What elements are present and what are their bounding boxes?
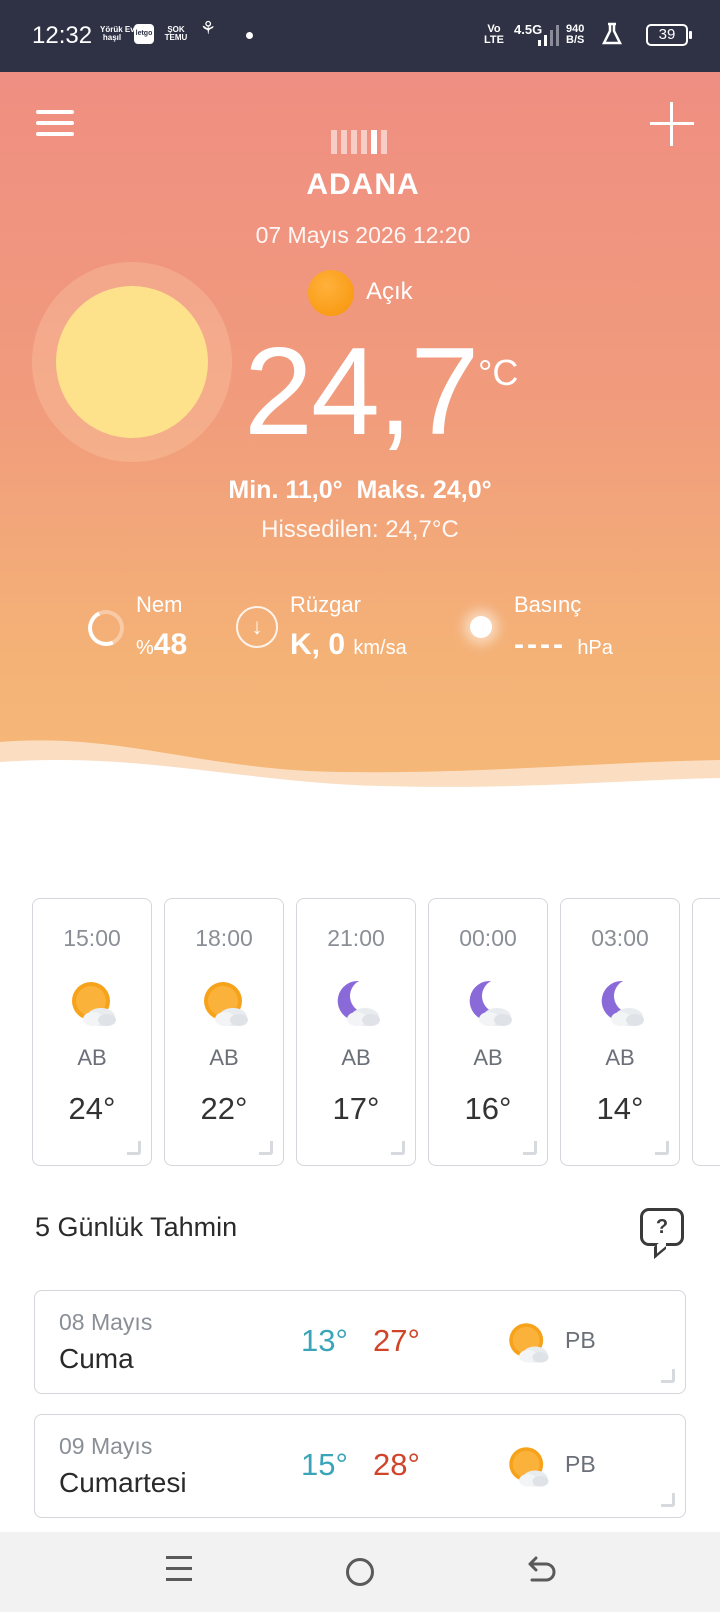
sun-illustration-icon bbox=[56, 286, 208, 438]
status-time: 12:32 bbox=[32, 22, 93, 49]
volte-icon: Vo LTE bbox=[484, 23, 504, 46]
partly-sunny-icon bbox=[503, 1317, 553, 1367]
max-temp: 27° bbox=[373, 1323, 420, 1358]
max-temp: 28° bbox=[373, 1447, 420, 1482]
status-bar: 12:32 Yörük Ev haşıl letgo ŞOK TEMU ⚘ Vo… bbox=[0, 0, 720, 72]
feels-like: Hissedilen: 24,7°C bbox=[261, 516, 459, 543]
add-city-button[interactable] bbox=[650, 102, 694, 146]
pressure-label: Basınç bbox=[514, 592, 582, 617]
update-datetime: 07 Mayıs 2026 12:20 bbox=[255, 222, 471, 248]
battery-icon: 39 bbox=[646, 24, 692, 46]
expand-corner-icon bbox=[259, 1141, 273, 1155]
expand-corner-icon bbox=[523, 1141, 537, 1155]
pressure-icon bbox=[470, 616, 492, 638]
city-page-indicator bbox=[331, 130, 387, 154]
wind-value: K, 0 km/sa bbox=[290, 628, 407, 661]
letgo-notification-icon: letgo bbox=[134, 24, 154, 44]
hourly-card[interactable]: 03:00 AB 14° bbox=[560, 898, 680, 1166]
more-notifications-dot bbox=[246, 32, 253, 39]
network-speed: 940 B/S bbox=[566, 23, 585, 46]
hero-wave bbox=[0, 740, 720, 832]
partly-sunny-icon bbox=[65, 975, 121, 1031]
min-max-temperature: Min. 11,0° Maks. 24,0° bbox=[228, 476, 492, 504]
night-cloudy-icon bbox=[593, 975, 649, 1031]
notification-icon: Yörük Ev haşıl bbox=[100, 25, 135, 42]
hourly-forecast[interactable]: 15:00 AB 24° 18:00 AB 22° 21:00 AB 17° 0… bbox=[32, 898, 720, 1168]
weather-hero: ADANA 07 Mayıs 2026 12:20 Açık 24,7 °C M… bbox=[0, 72, 720, 832]
forecast-section-title: 5 Günlük Tahmin bbox=[35, 1212, 238, 1242]
hourly-card[interactable]: 00:00 AB 16° bbox=[428, 898, 548, 1166]
wind-label: Rüzgar bbox=[290, 592, 361, 617]
temperature-unit: °C bbox=[478, 352, 519, 393]
sun-icon bbox=[308, 270, 354, 316]
expand-corner-icon bbox=[655, 1141, 669, 1155]
hourly-card[interactable]: 21:00 AB 17° bbox=[296, 898, 416, 1166]
pressure-value: ---- hPa bbox=[514, 628, 613, 661]
signal-icon bbox=[538, 25, 559, 46]
hourly-card[interactable]: 15:00 AB 24° bbox=[32, 898, 152, 1166]
hourly-card-partial[interactable] bbox=[692, 898, 720, 1166]
forecast-day-row[interactable]: 08 Mayıs Cuma 13° 27° PB bbox=[34, 1290, 686, 1394]
lab-flask-icon bbox=[602, 22, 622, 45]
expand-corner-icon bbox=[391, 1141, 405, 1155]
expand-corner-icon bbox=[661, 1493, 675, 1507]
expand-corner-icon bbox=[127, 1141, 141, 1155]
current-temperature: 24,7 bbox=[244, 323, 479, 461]
humidity-value: %48 bbox=[136, 628, 188, 661]
city-name: ADANA bbox=[306, 168, 420, 201]
recent-apps-button[interactable] bbox=[166, 1556, 192, 1586]
night-cloudy-icon bbox=[329, 975, 385, 1031]
home-button[interactable] bbox=[346, 1558, 374, 1586]
humidity-icon bbox=[82, 604, 130, 652]
expand-corner-icon bbox=[661, 1369, 675, 1383]
system-nav-bar bbox=[0, 1532, 720, 1612]
partly-sunny-icon bbox=[197, 975, 253, 1031]
wind-direction-icon: ↓ bbox=[236, 606, 278, 648]
back-button[interactable] bbox=[526, 1554, 558, 1588]
menu-icon[interactable] bbox=[36, 110, 74, 140]
wheat-icon: ⚘ bbox=[200, 18, 217, 38]
min-temp: 13° bbox=[301, 1323, 348, 1358]
condition-text: Açık bbox=[366, 278, 413, 305]
forecast-day-row[interactable]: 09 Mayıs Cumartesi 15° 28° PB bbox=[34, 1414, 686, 1518]
night-cloudy-icon bbox=[461, 975, 517, 1031]
hourly-card[interactable]: 18:00 AB 22° bbox=[164, 898, 284, 1166]
humidity-label: Nem bbox=[136, 592, 183, 617]
min-temp: 15° bbox=[301, 1447, 348, 1482]
partly-sunny-icon bbox=[503, 1441, 553, 1491]
temu-notification-icon: ŞOK TEMU bbox=[164, 25, 188, 42]
